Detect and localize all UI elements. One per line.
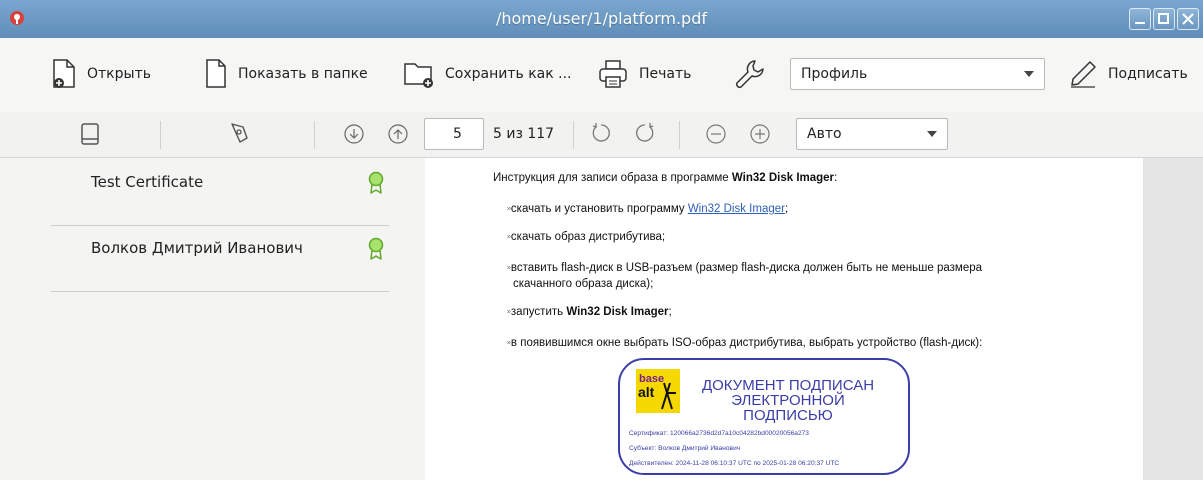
intro-paragraph: Инструкция для записи образа в программе… [493, 172, 837, 184]
show-in-folder-label: Показать в папке [238, 66, 368, 82]
signature-item[interactable]: Test Certificate [51, 155, 389, 226]
profile-select[interactable]: Профиль [790, 58, 1045, 90]
list-item-continuation: скачанного образа диска); [513, 278, 654, 290]
zoom-in-icon[interactable] [749, 123, 771, 145]
sign-label: Подписать [1108, 66, 1188, 82]
page-count-label: 5 из 117 [493, 126, 555, 142]
show-in-folder-button[interactable]: Показать в папке [204, 56, 368, 92]
valid-signature-badge-icon [368, 171, 384, 194]
print-button[interactable]: Печать [597, 56, 691, 92]
sign-button[interactable]: Подписать [1068, 56, 1188, 92]
signatures-sidebar: Test Certificate Волков Дмитрий Иванович [0, 158, 425, 480]
next-page-icon[interactable] [343, 123, 365, 145]
download-link[interactable]: Win32 Disk Imager [688, 203, 785, 215]
page-number-input[interactable]: 5 [424, 118, 484, 150]
list-item-bold: Win32 Disk Imager [566, 306, 669, 318]
printer-icon [599, 60, 627, 88]
stamp-title-line: ЭЛЕКТРОННОЙ ПОДПИСЬЮ [731, 392, 845, 424]
chevron-down-icon [927, 131, 937, 137]
valid-signature-badge-icon [368, 237, 384, 260]
signature-tool-icon[interactable] [228, 121, 250, 145]
window-title: /home/user/1/platform.pdf [495, 9, 707, 28]
stamp-title-line: ДОКУМЕНТ ПОДПИСАН [701, 377, 875, 394]
rotate-right-icon[interactable] [634, 122, 656, 144]
basealt-logo-icon: base alt [636, 369, 680, 413]
page-view-icon[interactable] [80, 122, 100, 146]
intro-suffix: : [834, 172, 838, 184]
app-window: /home/user/1/platform.pdf Открыть Показа… [0, 0, 1203, 480]
open-file-icon [53, 59, 75, 88]
toolbar-separator [314, 121, 315, 149]
maximize-button[interactable] [1153, 8, 1175, 30]
toolbar-separator [160, 121, 161, 149]
zoom-select-value: Авто [807, 126, 842, 142]
list-item: »скачать образ дистрибутива; [507, 231, 665, 243]
print-label: Печать [639, 66, 692, 82]
title-bar[interactable]: /home/user/1/platform.pdf [0, 0, 1203, 38]
save-as-label: Сохранить как ... [445, 66, 572, 82]
list-item-text: запустить [510, 306, 567, 318]
stamp-certificate: Сертификат: 120066a2736d2d7a10c04282bd00… [629, 430, 809, 437]
toolbar-separator [573, 121, 574, 149]
main-toolbar: Открыть Показать в папке Сохранить как .… [0, 38, 1203, 113]
list-item-suffix: ; [668, 306, 672, 318]
signature-name: Test Certificate [91, 173, 204, 191]
previous-page-icon[interactable] [387, 123, 409, 145]
list-item: »в появившимся окне выбрать ISO-образ ди… [507, 337, 982, 349]
wrench-icon [735, 60, 764, 89]
folder-save-icon [404, 63, 433, 88]
signature-stamp: base alt ДОКУМЕНТ ПОДПИСАН ЭЛЕКТРОННОЙ П… [618, 358, 910, 475]
list-item: »скачать и установить программу Win32 Di… [507, 203, 788, 215]
list-item-text: вставить flash-диск в USB-разъем (размер… [510, 262, 983, 274]
list-item-text: в появившимся окне выбрать ISO-образ дис… [510, 337, 983, 349]
pen-icon [1071, 61, 1096, 88]
signature-item[interactable]: Волков Дмитрий Иванович [51, 221, 389, 292]
stamp-title: ДОКУМЕНТ ПОДПИСАН ЭЛЕКТРОННОЙ ПОДПИСЬЮ [688, 378, 888, 423]
open-button[interactable]: Открыть [51, 56, 151, 92]
intro-bold: Win32 Disk Imager [731, 172, 835, 184]
pdf-page: Инструкция для записи образа в программе… [425, 158, 1143, 480]
chevron-down-icon [1024, 71, 1034, 77]
open-label: Открыть [87, 66, 151, 82]
zoom-out-icon[interactable] [705, 123, 727, 145]
list-item: »запустить Win32 Disk Imager; [507, 306, 672, 318]
document-view[interactable]: Инструкция для записи образа в программе… [425, 158, 1203, 480]
navigation-toolbar: 5 5 из 117 Авто [0, 112, 1203, 158]
profile-select-value: Профиль [801, 66, 868, 82]
stamp-validity: Действителен: 2024-11-28 06:10:37 UTC по… [629, 460, 840, 467]
list-item-text: скачать и установить программу [510, 203, 688, 215]
stamp-subject: Субъект: Волков Дмитрий Иванович [629, 445, 741, 452]
toolbar-separator [679, 121, 680, 149]
logo-text-bottom: alt [638, 384, 655, 400]
list-item-suffix: ; [784, 203, 789, 215]
rotate-left-icon[interactable] [590, 122, 612, 144]
intro-text: Инструкция для записи образа в программе [493, 172, 732, 184]
save-as-button[interactable]: Сохранить как ... [403, 56, 572, 92]
zoom-select[interactable]: Авто [796, 118, 948, 150]
minimize-button[interactable] [1129, 8, 1151, 30]
settings-button[interactable] [733, 56, 777, 92]
file-icon [206, 59, 226, 88]
signature-name: Волков Дмитрий Иванович [91, 239, 303, 257]
close-button[interactable] [1177, 8, 1199, 30]
list-item-text: скачать образ дистрибутива; [510, 231, 666, 243]
list-item: »вставить flash-диск в USB-разъем (разме… [507, 262, 982, 274]
